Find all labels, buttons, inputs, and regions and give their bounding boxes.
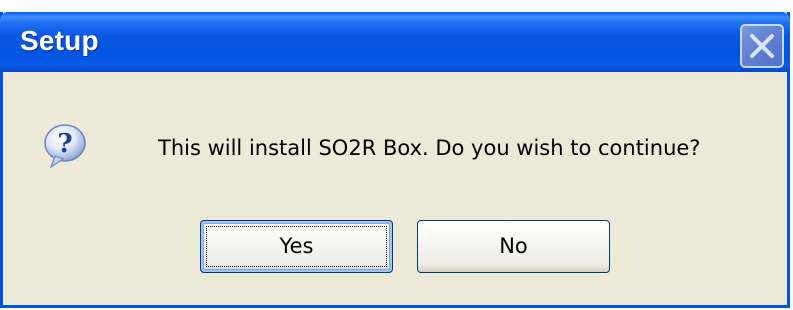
close-icon — [750, 34, 774, 58]
setup-dialog: Setup ? This will install SO2R Box. Do y… — [0, 12, 790, 308]
question-icon: ? — [41, 122, 89, 170]
close-button[interactable] — [740, 24, 784, 68]
dialog-body: ? This will install SO2R Box. Do you wis… — [3, 72, 787, 305]
no-button-label: No — [499, 234, 528, 258]
svg-text:?: ? — [57, 129, 72, 159]
no-button[interactable]: No — [417, 220, 610, 273]
focus-ring — [206, 226, 387, 267]
window-title: Setup — [20, 25, 99, 56]
dialog-message: This will install SO2R Box. Do you wish … — [158, 136, 701, 160]
title-bar[interactable]: Setup — [0, 12, 790, 72]
yes-button[interactable]: Yes — [200, 220, 393, 273]
